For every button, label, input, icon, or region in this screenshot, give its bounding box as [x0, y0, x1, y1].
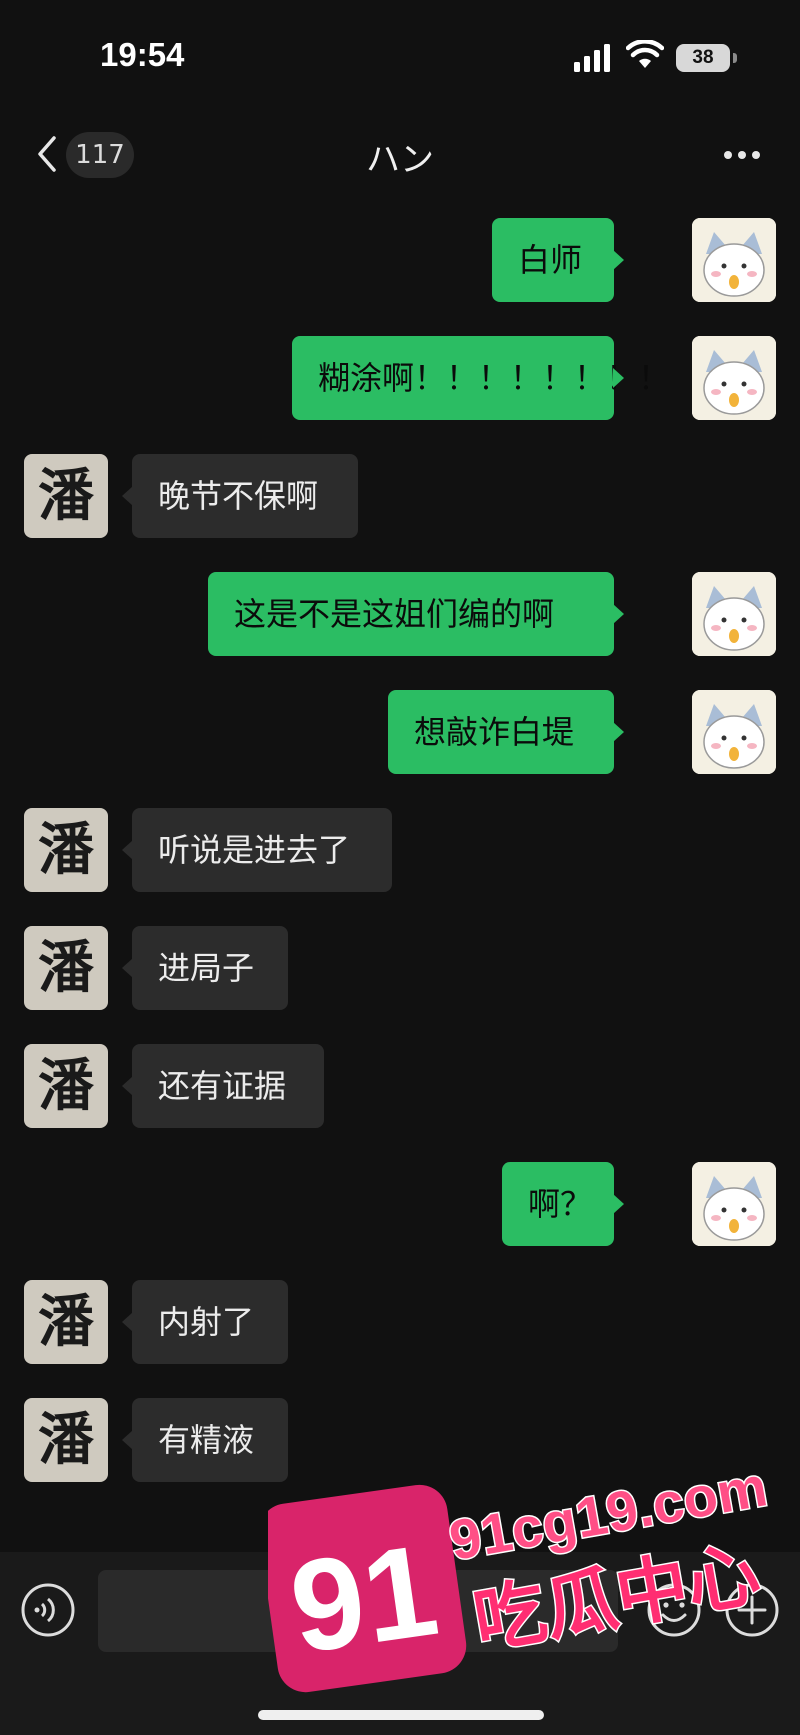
outgoing-message[interactable]: 糊涂啊！！！！！！！！: [292, 336, 670, 420]
incoming-message[interactable]: 晚节不保啊: [122, 454, 358, 538]
contact-avatar[interactable]: 潘: [24, 1280, 108, 1364]
contact-avatar-glyph: 潘: [38, 817, 94, 883]
cat-avatar-icon: [692, 572, 776, 656]
self-avatar[interactable]: [692, 690, 776, 774]
outgoing-message[interactable]: 啊？: [502, 1162, 624, 1246]
battery-indicator: 38: [676, 44, 730, 72]
wifi-icon: [626, 40, 664, 68]
contact-avatar-glyph: 潘: [38, 463, 94, 529]
self-avatar[interactable]: [692, 572, 776, 656]
incoming-message[interactable]: 还有证据: [122, 1044, 324, 1128]
contact-avatar[interactable]: 潘: [24, 1398, 108, 1482]
cat-avatar-icon: [692, 1162, 776, 1246]
contact-avatar[interactable]: 潘: [24, 926, 108, 1010]
status-bar: 19:54 38: [0, 0, 800, 110]
cat-avatar-icon: [692, 218, 776, 302]
incoming-message[interactable]: 进局子: [122, 926, 288, 1010]
chat-header: 117 ハン: [0, 110, 800, 200]
cat-avatar-icon: [692, 690, 776, 774]
contact-avatar[interactable]: 潘: [24, 1044, 108, 1128]
site-watermark: 91 91cg19.com 吃瓜中心: [268, 1453, 773, 1693]
contact-avatar-glyph: 潘: [38, 1289, 94, 1355]
contact-avatar[interactable]: 潘: [24, 808, 108, 892]
clock: 19:54: [100, 36, 185, 73]
signal-icon: [574, 44, 610, 72]
chat-title: ハン: [366, 140, 434, 180]
contact-avatar-glyph: 潘: [38, 1053, 94, 1119]
incoming-message[interactable]: 内射了: [122, 1280, 288, 1364]
outgoing-message[interactable]: 想敲诈白堤: [388, 690, 624, 774]
voice-icon[interactable]: [20, 1582, 76, 1638]
self-avatar[interactable]: [692, 336, 776, 420]
outgoing-message[interactable]: 这是不是这姐们编的啊: [208, 572, 624, 656]
battery-tip: [733, 53, 737, 63]
more-dots-icon[interactable]: [722, 142, 762, 168]
cat-avatar-icon: [692, 336, 776, 420]
contact-avatar-glyph: 潘: [38, 935, 94, 1001]
self-avatar[interactable]: [692, 218, 776, 302]
self-avatar[interactable]: [692, 1162, 776, 1246]
watermark-number: 91: [282, 1516, 446, 1681]
incoming-message[interactable]: 听说是进去了: [122, 808, 392, 892]
incoming-message[interactable]: 有精液: [122, 1398, 288, 1482]
contact-avatar[interactable]: 潘: [24, 454, 108, 538]
contact-avatar-glyph: 潘: [38, 1407, 94, 1473]
outgoing-message[interactable]: 白师: [492, 218, 624, 302]
